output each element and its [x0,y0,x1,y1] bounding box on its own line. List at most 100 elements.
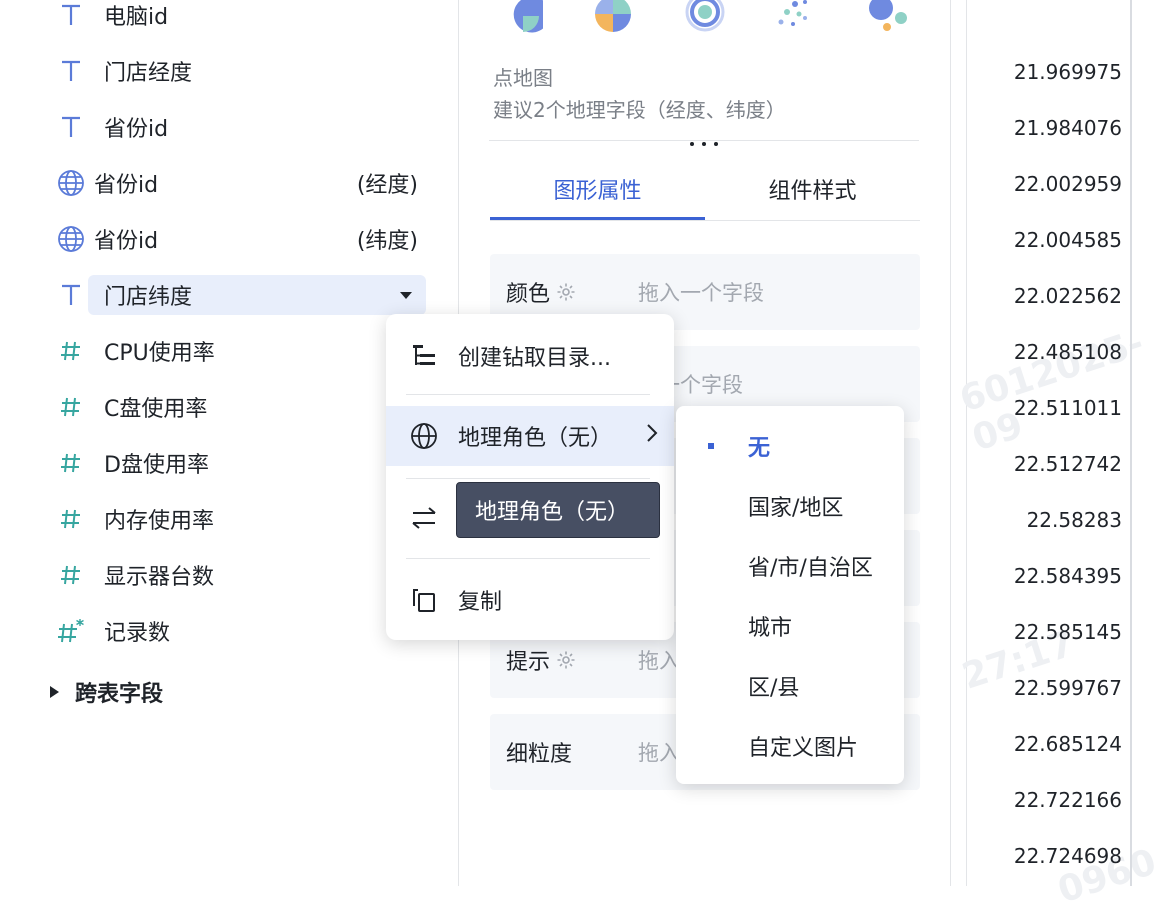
number-type-icon [56,392,86,422]
text-type-icon [56,0,86,30]
chevron-right-icon [646,423,658,449]
field-name: 内存使用率 [104,509,215,534]
field-item[interactable]: 省份id (经度) [56,163,426,203]
gear-icon[interactable] [556,650,576,670]
field-item[interactable]: 记录数 [56,611,426,651]
field-item[interactable]: D盘使用率 [56,443,426,483]
data-cell: 22.485108 [1013,340,1122,364]
prop-label: 颜色 [506,282,551,307]
menu-separator [406,478,650,479]
menu-item-copy[interactable]: 复制 [386,570,674,630]
chart-type-title: 点地图 [493,66,553,90]
field-geo-suffix: (纬度) [356,229,418,254]
field-item[interactable]: 显示器台数 [56,555,426,595]
divider [490,220,920,221]
field-item-selected[interactable]: 门店纬度 [88,275,426,315]
data-cell: 22.724698 [1013,844,1122,868]
tab-graphic-properties[interactable]: 图形属性 [490,160,705,218]
ring-chart-icon[interactable] [683,0,727,36]
data-cell: 22.511011 [1013,396,1122,420]
menu-separator [406,558,650,559]
field-item[interactable]: 省份id (纬度) [56,219,426,259]
dropdown-caret-icon[interactable] [400,291,412,299]
prop-label: 细粒度 [506,742,573,767]
panel-divider [950,0,951,886]
number-type-icon [56,560,86,590]
number-type-icon [56,336,86,366]
gear-icon[interactable] [556,282,576,302]
field-item[interactable]: 内存使用率 [56,499,426,539]
field-item[interactable]: CPU使用率 [56,331,426,371]
bubble-map-icon[interactable] [867,0,911,36]
field-name: C盘使用率 [104,397,208,422]
copy-icon [408,584,440,616]
submenu-item-label: 省/市/自治区 [748,556,873,581]
data-cell: 22.002959 [1013,172,1122,196]
data-cell: 22.585145 [1013,620,1122,644]
text-type-icon [56,275,86,315]
field-name: 电脑id [104,5,169,30]
field-name: CPU使用率 [104,341,215,366]
menu-item-label: 地理角色（无） [458,426,613,451]
submenu-item-country[interactable]: 国家/地区 [676,476,904,536]
submenu-item-label: 无 [748,436,771,461]
number-type-icon [56,448,86,478]
field-item[interactable]: 门店经度 [56,51,426,91]
field-name: 省份id [94,229,159,254]
submenu-item-label: 城市 [748,616,793,641]
data-cell: 22.58283 [1026,508,1122,532]
menu-item-geo-role[interactable]: 地理角色（无） [386,406,674,466]
drop-field-placeholder[interactable]: 拖入 [638,737,680,767]
data-cell: 22.512742 [1013,452,1122,476]
field-name: 记录数 [104,621,171,646]
drop-field-placeholder[interactable]: 拖入 [638,645,680,675]
data-cell: 21.969975 [1013,60,1122,84]
data-cell: 22.599767 [1013,676,1122,700]
collapse-handle-icon[interactable] [689,130,719,152]
field-name: 省份id [94,173,159,198]
field-name: D盘使用率 [104,453,209,478]
prop-label: 提示 [506,650,551,675]
tooltip: 地理角色（无） [456,482,660,538]
field-name: 门店经度 [104,61,193,86]
cross-table-label: 跨表字段 [75,682,164,707]
scatter-map-icon[interactable] [775,0,819,36]
field-item[interactable]: 省份id [56,107,426,147]
submenu-item-district[interactable]: 区/县 [676,656,904,716]
number-type-icon [56,504,86,534]
submenu-item-province[interactable]: 省/市/自治区 [676,536,904,596]
chart-type-hint: 建议2个地理字段（经度、纬度） [493,98,786,122]
drop-field-placeholder[interactable]: 拖入一个字段 [638,277,764,307]
data-cell: 21.984076 [1013,116,1122,140]
field-context-menu: 创建钻取目录... 地理角色（无） 复制 [386,314,674,640]
pie-chart-icon[interactable] [499,0,543,36]
submenu-item-city[interactable]: 城市 [676,596,904,656]
selected-dot-icon [708,443,714,449]
menu-item-label: 复制 [458,590,503,615]
globe-icon [56,168,86,198]
submenu-item-label: 自定义图片 [748,736,859,761]
column-divider [1130,0,1132,886]
tab-component-style[interactable]: 组件样式 [705,160,920,218]
data-cell: 22.685124 [1013,732,1122,756]
text-type-icon [56,56,86,86]
sector-chart-icon[interactable] [591,0,635,36]
submenu-item-none[interactable]: 无 [676,416,904,476]
field-name: 省份id [104,117,169,142]
menu-item-create-drill[interactable]: 创建钻取目录... [386,326,674,386]
text-type-icon [56,112,86,142]
data-cell: 22.584395 [1013,564,1122,588]
field-item[interactable]: 电脑id [56,0,426,35]
expand-triangle-icon [50,686,59,698]
field-name: 显示器台数 [104,565,215,590]
data-preview-column: 6012025-09 27:17 0960 21.969975 21.98407… [955,0,1161,911]
submenu-item-custom-image[interactable]: 自定义图片 [676,716,904,776]
submenu-item-label: 国家/地区 [748,496,844,521]
field-name: 门店纬度 [104,285,193,310]
globe-icon [56,224,86,254]
cross-table-fields-toggle[interactable]: 跨表字段 [50,672,163,712]
geo-role-submenu: 无 国家/地区 省/市/自治区 城市 区/县 自定义图片 [676,406,904,784]
field-item[interactable]: C盘使用率 [56,387,426,427]
data-cell: 22.722166 [1013,788,1122,812]
menu-separator [406,394,650,395]
